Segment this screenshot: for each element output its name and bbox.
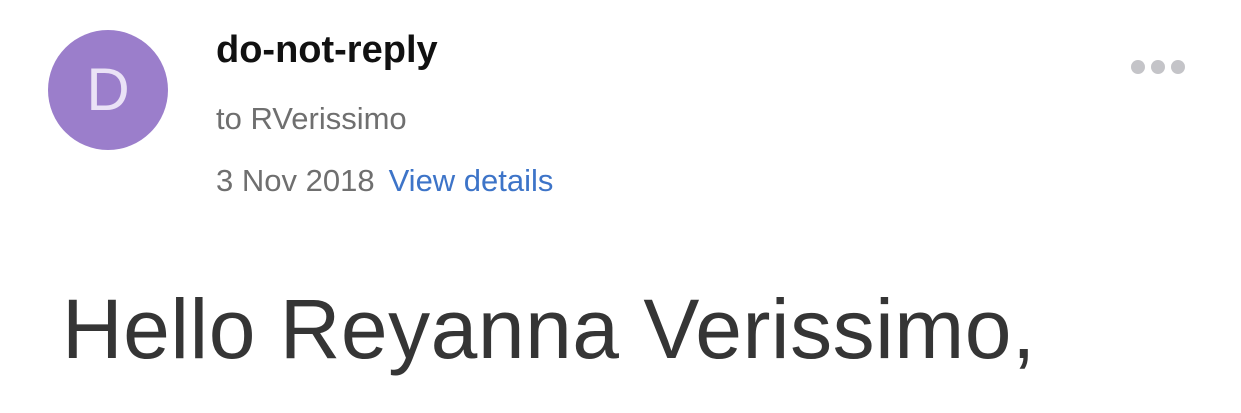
email-greeting: Hello Reyanna Verissimo,	[62, 282, 1036, 376]
view-details-link[interactable]: View details	[389, 163, 554, 198]
sender-name[interactable]: do-not-reply	[216, 28, 438, 72]
more-horizontal-icon	[1131, 60, 1145, 74]
avatar-letter: D	[86, 56, 130, 123]
email-header: D do-not-reply to RVerissimo 3 Nov 2018 V…	[0, 0, 1241, 230]
more-horizontal-icon	[1151, 60, 1165, 74]
email-date: 3 Nov 2018	[216, 163, 375, 198]
more-horizontal-icon	[1171, 60, 1185, 74]
email-meta: 3 Nov 2018 View details	[216, 162, 553, 200]
avatar: D	[48, 30, 168, 150]
more-options-button[interactable]	[1126, 52, 1190, 82]
recipient-line: to RVerissimo	[216, 101, 407, 136]
